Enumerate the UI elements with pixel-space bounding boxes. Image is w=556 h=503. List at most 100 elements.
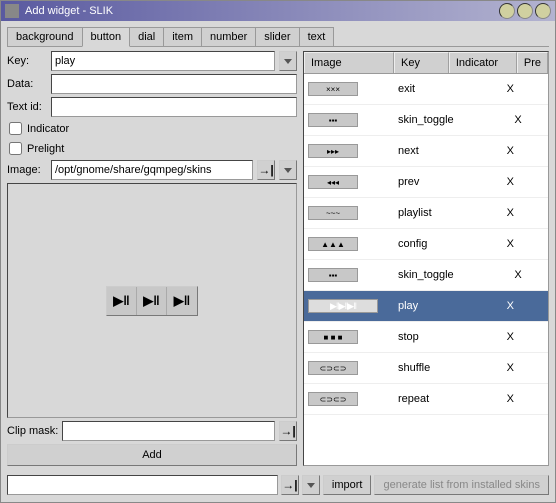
path-dropdown-button[interactable] (302, 475, 320, 495)
list-row[interactable]: ××× exitX (304, 74, 548, 105)
row-key: playlist (394, 207, 450, 219)
list-row[interactable]: ▲▲▲ configX (304, 229, 548, 260)
preview-strip: ▶‖▶‖▶‖ (106, 286, 198, 316)
row-indicator: X (450, 238, 518, 250)
row-key: repeat (394, 393, 450, 405)
thumb-icon: ⊂⊃⊂⊃ (308, 392, 358, 406)
list-row[interactable]: ⊂⊃⊂⊃shuffleX (304, 353, 548, 384)
col-header-indicator[interactable]: Indicator (449, 52, 517, 73)
row-key: skin_toggle (394, 269, 458, 281)
bottom-bar: →| import generate list from installed s… (7, 470, 549, 496)
row-indicator: X (450, 207, 518, 219)
thumb-icon: ◂◂◂ (308, 175, 358, 189)
row-indicator: X (450, 393, 518, 405)
path-browse-button[interactable]: →| (281, 475, 299, 495)
preview-cell: ▶‖ (107, 287, 137, 315)
textid-input[interactable] (51, 97, 297, 117)
tab-number[interactable]: number (201, 27, 256, 46)
tab-slider[interactable]: slider (255, 27, 299, 46)
data-input[interactable] (51, 74, 297, 94)
maximize-icon[interactable] (517, 3, 533, 19)
row-key: exit (394, 83, 450, 95)
tab-item[interactable]: item (163, 27, 202, 46)
list-row[interactable]: ◂◂◂ prevX (304, 167, 548, 198)
widget-list: Image Key Indicator Pre ×××exitX▪▪▪skin_… (303, 51, 549, 466)
clipmask-input[interactable] (62, 421, 275, 441)
row-key: stop (394, 331, 450, 343)
thumb-icon: ▪▪▪ (308, 268, 358, 282)
prelight-checkbox-label: Prelight (27, 143, 64, 155)
image-label: Image: (7, 164, 47, 176)
tab-background[interactable]: background (7, 27, 83, 46)
thumb-icon: ▲▲▲ (308, 237, 358, 251)
path-input[interactable] (7, 475, 278, 495)
arrow-right-icon: →| (282, 478, 297, 492)
close-icon[interactable] (535, 3, 551, 19)
clipmask-browse-button[interactable]: →| (279, 421, 297, 441)
row-key: shuffle (394, 362, 450, 374)
tab-text[interactable]: text (299, 27, 335, 46)
row-indicator: X (458, 114, 526, 126)
image-path-input[interactable]: /opt/gnome/share/gqmpeg/skins (51, 160, 253, 180)
titlebar[interactable]: Add widget - SLIK (1, 1, 555, 21)
image-preview: ▶‖▶‖▶‖ (7, 183, 297, 418)
list-row[interactable]: ⊂⊃⊂⊃ repeatX (304, 384, 548, 415)
app-icon (5, 4, 19, 18)
col-header-prelight[interactable]: Pre (517, 52, 548, 73)
row-key: config (394, 238, 450, 250)
tab-dial[interactable]: dial (129, 27, 164, 46)
list-row[interactable]: ▪▪▪ skin_toggleX (304, 260, 548, 291)
tab-button[interactable]: button (82, 27, 131, 47)
add-button[interactable]: Add (7, 444, 297, 466)
row-indicator: X (450, 176, 518, 188)
preview-cell: ▶‖ (167, 287, 197, 315)
prelight-checkbox[interactable] (9, 142, 22, 155)
key-label: Key: (7, 55, 47, 67)
row-indicator: X (450, 331, 518, 343)
list-row[interactable]: ~~~ playlistX (304, 198, 548, 229)
list-body[interactable]: ×××exitX▪▪▪skin_toggleX▸▸▸nextX◂◂◂prevX~… (304, 74, 548, 465)
clipmask-label: Clip mask: (7, 425, 58, 437)
import-button[interactable]: import (323, 475, 372, 495)
image-dropdown-button[interactable] (279, 160, 297, 180)
arrow-right-icon: →| (280, 424, 295, 438)
thumb-icon: ⊂⊃⊂⊃ (308, 361, 358, 375)
list-row[interactable]: ▶‖▶‖▶‖playX (304, 291, 548, 322)
list-row[interactable]: ▸▸▸ nextX (304, 136, 548, 167)
form-panel: Key: Data: Text id: Indicator (7, 51, 297, 466)
list-row[interactable]: ▪▪▪ skin_toggleX (304, 105, 548, 136)
row-key: next (394, 145, 450, 157)
preview-cell: ▶‖ (137, 287, 167, 315)
thumb-icon: ▪▪▪ (308, 113, 358, 127)
data-label: Data: (7, 78, 47, 90)
list-row[interactable]: ■ ■ ■stopX (304, 322, 548, 353)
row-indicator: X (458, 269, 526, 281)
image-browse-button[interactable]: →| (257, 160, 275, 180)
thumb-icon: ××× (308, 82, 358, 96)
col-header-image[interactable]: Image (304, 52, 394, 73)
textid-label: Text id: (7, 101, 47, 113)
tab-bar: backgroundbuttondialitemnumberslidertext (7, 27, 549, 47)
window: Add widget - SLIK backgroundbuttondialit… (0, 0, 556, 503)
key-dropdown-button[interactable] (279, 51, 297, 71)
minimize-icon[interactable] (499, 3, 515, 19)
generate-button[interactable]: generate list from installed skins (374, 475, 549, 495)
row-key: prev (394, 176, 450, 188)
thumb-icon: ▶‖▶‖▶‖ (308, 299, 378, 313)
chevron-down-icon (307, 483, 315, 488)
row-indicator: X (450, 300, 518, 312)
row-indicator: X (450, 83, 518, 95)
indicator-checkbox[interactable] (9, 122, 22, 135)
chevron-down-icon (284, 168, 292, 173)
list-header: Image Key Indicator Pre (304, 52, 548, 74)
col-header-key[interactable]: Key (394, 52, 449, 73)
thumb-icon: ▸▸▸ (308, 144, 358, 158)
arrow-right-icon: →| (258, 163, 273, 177)
content-area: backgroundbuttondialitemnumberslidertext… (1, 21, 555, 502)
chevron-down-icon (284, 59, 292, 64)
thumb-icon: ~~~ (308, 206, 358, 220)
row-indicator: X (450, 145, 518, 157)
row-key: skin_toggle (394, 114, 458, 126)
indicator-checkbox-label: Indicator (27, 123, 69, 135)
key-input[interactable] (51, 51, 275, 71)
